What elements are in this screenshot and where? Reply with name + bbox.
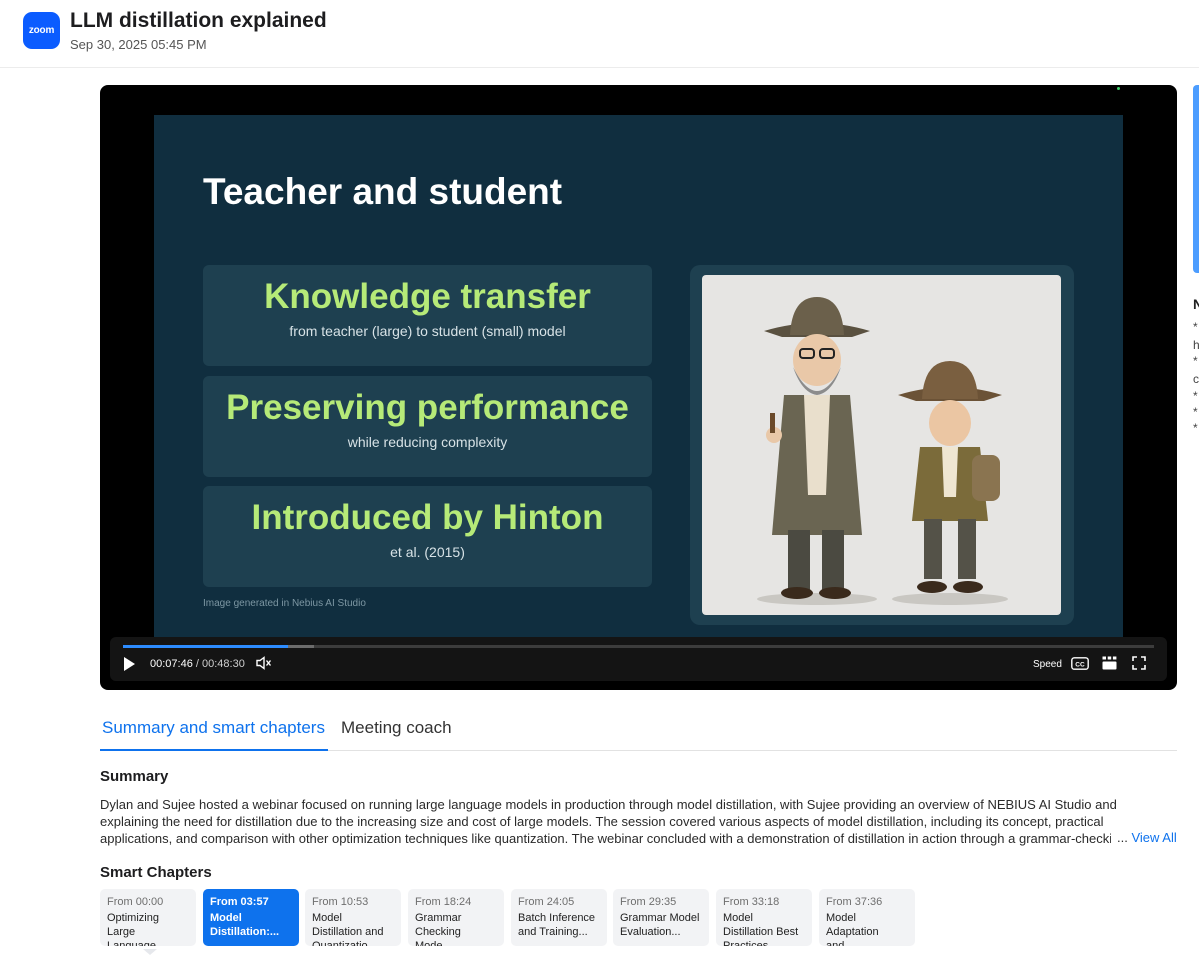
image-credit: Image generated in Nebius AI Studio bbox=[203, 598, 366, 609]
chapter-start-time: From 37:36 bbox=[826, 896, 883, 908]
chapter-card[interactable]: From 33:18 Model Distillation Best Pract… bbox=[716, 889, 812, 946]
tab-meeting-coach[interactable]: Meeting coach bbox=[341, 718, 452, 738]
chapter-title: Optimizing Large Language... bbox=[107, 912, 166, 946]
view-all-link[interactable]: View All bbox=[1131, 830, 1176, 845]
chapter-title: Grammar Model Evaluation... bbox=[620, 912, 700, 938]
chapter-title: Model Distillation:... bbox=[210, 912, 280, 938]
slide-content: Teacher and student Knowledge transfer f… bbox=[154, 115, 1123, 640]
total-time: 00:48:30 bbox=[202, 658, 245, 670]
chapter-card[interactable]: From 24:05 Batch Inference and Training.… bbox=[511, 889, 607, 946]
side-panel-edge bbox=[1193, 85, 1199, 273]
fullscreen-icon[interactable] bbox=[1132, 656, 1146, 670]
play-icon[interactable] bbox=[124, 657, 135, 671]
chapter-title: Batch Inference and Training... bbox=[518, 912, 596, 938]
chapter-title: Grammar Checking Mode... bbox=[415, 912, 462, 946]
chapter-start-time: From 29:35 bbox=[620, 896, 677, 908]
zoom-logo: zoom bbox=[23, 12, 60, 49]
video-player[interactable]: Teacher and student Knowledge transfer f… bbox=[100, 85, 1177, 690]
chapter-card[interactable]: From 37:36 Model Adaptation and... bbox=[819, 889, 915, 946]
card-subtext: et al. (2015) bbox=[390, 544, 465, 560]
side-panel-line: c bbox=[1193, 372, 1199, 386]
card-heading: Preserving performance bbox=[226, 388, 629, 427]
teacher-student-illustration bbox=[702, 275, 1061, 615]
teacher-student-image bbox=[757, 297, 1008, 605]
side-panel-line: * bbox=[1193, 405, 1198, 419]
volume-icon[interactable] bbox=[256, 656, 272, 670]
summary-heading: Summary bbox=[100, 768, 169, 785]
time-separator: / bbox=[195, 658, 199, 670]
chapter-start-time: From 00:00 bbox=[107, 896, 164, 908]
player-controls: 00:07:46 / 00:48:30 Speed CC bbox=[110, 637, 1167, 681]
current-time: 00:07:46 bbox=[150, 658, 193, 670]
chapter-card[interactable]: From 10:53 Model Distillation and Quanti… bbox=[305, 889, 401, 946]
side-panel-line: h bbox=[1193, 338, 1199, 352]
chapters-icon[interactable] bbox=[1102, 656, 1117, 670]
side-panel-line: * bbox=[1193, 389, 1198, 403]
summary-ellipsis: ... bbox=[1117, 830, 1128, 845]
active-chapter-pointer bbox=[143, 949, 157, 955]
closed-captions-icon[interactable]: CC bbox=[1071, 657, 1089, 670]
slide-title: Teacher and student bbox=[203, 171, 563, 212]
svg-text:CC: CC bbox=[1075, 661, 1085, 668]
side-panel-heading: N bbox=[1193, 296, 1199, 312]
chapter-title: Model Distillation Best Practices bbox=[723, 912, 799, 946]
side-panel-line: * bbox=[1193, 354, 1198, 368]
progress-played bbox=[123, 645, 288, 648]
content-tabs: Summary and smart chapters Meeting coach bbox=[100, 705, 1177, 751]
chapter-start-time: From 03:57 bbox=[210, 896, 269, 908]
chapter-title: Model Distillation and Quantizatio... bbox=[312, 912, 384, 946]
card-heading: Introduced by Hinton bbox=[251, 498, 604, 537]
speed-button[interactable]: Speed bbox=[1033, 659, 1062, 670]
progress-bar[interactable] bbox=[123, 645, 1154, 648]
chapter-start-time: From 18:24 bbox=[415, 896, 472, 908]
chapter-card[interactable]: From 29:35 Grammar Model Evaluation... bbox=[613, 889, 709, 946]
summary-text: Dylan and Sujee hosted a webinar focused… bbox=[100, 797, 1127, 846]
card-subtext: from teacher (large) to student (small) … bbox=[289, 323, 566, 339]
chapter-card[interactable]: From 00:00 Optimizing Large Language... bbox=[100, 889, 196, 946]
page-title: LLM distillation explained bbox=[70, 9, 327, 32]
slide-card-preserving-performance: Preserving performance while reducing co… bbox=[203, 376, 652, 477]
view-all-container: ... View All bbox=[1111, 829, 1177, 846]
slide-card-introduced-by-hinton: Introduced by Hinton et al. (2015) bbox=[203, 486, 652, 587]
recording-indicator bbox=[1117, 87, 1120, 90]
chapter-card-active[interactable]: From 03:57 Model Distillation:... bbox=[203, 889, 299, 946]
chapter-start-time: From 33:18 bbox=[723, 896, 780, 908]
time-display: 00:07:46 / 00:48:30 bbox=[150, 658, 245, 670]
recording-date: Sep 30, 2025 05:45 PM bbox=[70, 37, 207, 52]
chapter-title: Model Adaptation and... bbox=[826, 912, 879, 946]
side-panel-line: * bbox=[1193, 320, 1198, 334]
card-subtext: while reducing complexity bbox=[347, 434, 508, 450]
smart-chapters-heading: Smart Chapters bbox=[100, 864, 212, 881]
chapter-card[interactable]: From 18:24 Grammar Checking Mode... bbox=[408, 889, 504, 946]
slide-card-knowledge-transfer: Knowledge transfer from teacher (large) … bbox=[203, 265, 652, 366]
side-panel-line: * bbox=[1193, 421, 1198, 435]
tab-summary-and-smart-chapters[interactable]: Summary and smart chapters bbox=[100, 718, 328, 751]
illustration-frame bbox=[690, 265, 1074, 625]
chapter-start-time: From 10:53 bbox=[312, 896, 369, 908]
header: zoom LLM distillation explained Sep 30, … bbox=[0, 0, 1199, 68]
card-heading: Knowledge transfer bbox=[264, 277, 591, 316]
chapter-start-time: From 24:05 bbox=[518, 896, 575, 908]
